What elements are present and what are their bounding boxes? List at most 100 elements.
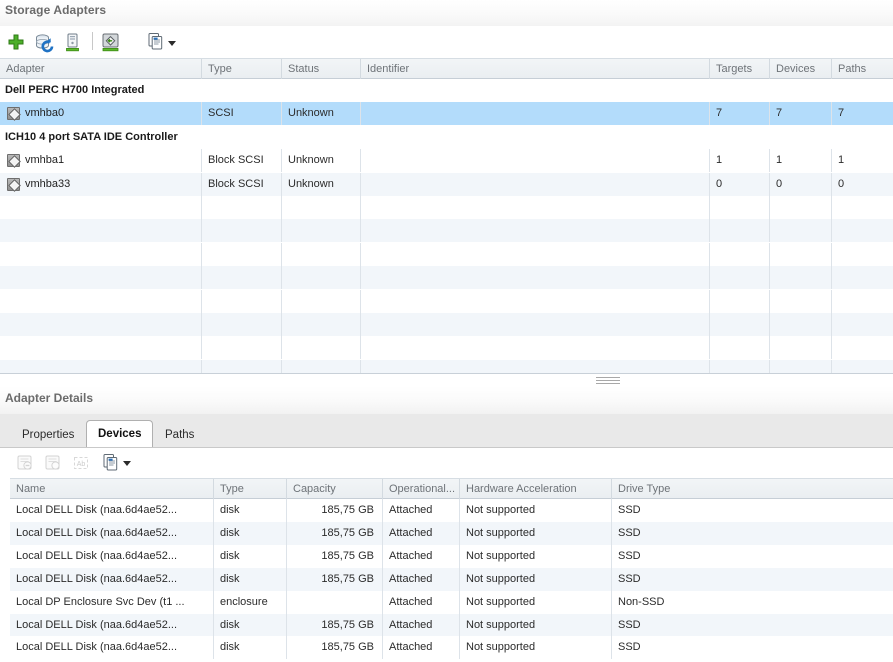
device-cell-operational: Attached	[382, 613, 459, 637]
copy-to-clipboard-icon[interactable]	[145, 31, 167, 53]
adapter-group-row[interactable]: ICH10 4 port SATA IDE Controller	[0, 125, 893, 149]
column-header-hwaccel[interactable]: Hardware Acceleration	[459, 479, 611, 499]
empty-cell	[0, 290, 201, 313]
add-software-adapter-icon[interactable]	[5, 31, 27, 53]
column-header-status[interactable]: Status	[281, 59, 360, 79]
adapter-empty-row	[0, 242, 893, 266]
empty-cell	[360, 219, 709, 243]
adapter-row[interactable]: vmhba0 SCSI Unknown 7 7 7	[0, 102, 893, 126]
adapter-group-label: Dell PERC H700 Integrated	[5, 84, 145, 96]
tab-paths[interactable]: Paths	[153, 422, 207, 447]
adapter-group-row[interactable]: Dell PERC H700 Integrated	[0, 79, 893, 102]
tab-properties[interactable]: Properties	[10, 422, 87, 447]
empty-cell	[831, 219, 893, 243]
empty-cell	[201, 266, 281, 290]
device-cell-operational: Attached	[382, 499, 459, 522]
adapter-name-label: vmhba0	[25, 107, 65, 120]
adapter-name-cell: vmhba1	[0, 149, 201, 172]
column-header-capacity[interactable]: Capacity	[286, 479, 382, 499]
empty-cell	[360, 336, 709, 360]
device-cell-operational: Attached	[382, 636, 459, 660]
adapter-row[interactable]: vmhba33 Block SCSI Unknown 0 0 0	[0, 172, 893, 196]
chevron-down-icon[interactable]	[168, 41, 176, 46]
column-header-targets[interactable]: Targets	[709, 59, 769, 79]
device-cell-name: Local DELL Disk (naa.6d4ae52...	[16, 618, 178, 631]
splitter-grip-icon[interactable]	[596, 377, 620, 384]
column-header-operational[interactable]: Operational...	[382, 479, 459, 499]
adapter-row[interactable]: vmhba1 Block SCSI Unknown 1 1 1	[0, 149, 893, 173]
device-cell-hwaccel: Not supported	[459, 521, 611, 545]
rename-device-icon[interactable]: Ab	[70, 452, 92, 474]
detach-device-icon[interactable]	[14, 452, 36, 474]
empty-cell	[769, 313, 831, 336]
chevron-down-icon[interactable]	[123, 461, 131, 466]
column-header-paths[interactable]: Paths	[831, 59, 893, 79]
device-cell-drivetype: SSD	[611, 544, 893, 568]
device-cell-name: Local DELL Disk (naa.6d4ae52...	[16, 572, 178, 585]
device-cell-operational: Attached	[382, 521, 459, 545]
adapter-name-label: vmhba33	[25, 177, 71, 190]
device-row[interactable]: Local DP Enclosure Svc Dev (t1 ... enclos…	[10, 590, 893, 614]
column-header-adapter[interactable]: Adapter	[0, 59, 201, 79]
device-cell-name: Local DP Enclosure Svc Dev (t1 ...	[16, 595, 185, 608]
empty-cell	[709, 219, 769, 243]
device-row[interactable]: Local DELL Disk (naa.6d4ae52... disk 185,7…	[10, 499, 893, 522]
empty-cell	[0, 243, 201, 266]
adapter-cell-devices: 0	[769, 172, 831, 196]
adapter-cell-type: Block SCSI	[201, 149, 281, 173]
device-cell-capacity	[286, 590, 382, 614]
device-cell-type: disk	[213, 521, 286, 545]
device-row[interactable]: Local DELL Disk (naa.6d4ae52... disk 185,7…	[10, 636, 893, 660]
tab-devices[interactable]: Devices	[86, 420, 154, 447]
empty-cell	[201, 289, 281, 313]
rescan-adapter-icon[interactable]	[99, 31, 121, 53]
refresh-icon[interactable]	[33, 31, 55, 53]
page-title-band: Storage Adapters	[0, 0, 893, 26]
device-cell-type: disk	[213, 499, 286, 522]
device-cell-name: Local DELL Disk (naa.6d4ae52...	[16, 504, 178, 516]
page-title: Storage Adapters	[5, 3, 107, 17]
device-cell-operational: Attached	[382, 590, 459, 614]
horizontal-splitter[interactable]	[0, 374, 893, 386]
empty-cell	[709, 266, 769, 290]
empty-cell	[281, 242, 360, 266]
adapter-cell-targets: 1	[709, 149, 769, 173]
column-header-type[interactable]: Type	[201, 59, 281, 79]
adapter-cell-devices: 7	[769, 102, 831, 126]
adapter-empty-row	[0, 336, 893, 360]
adapter-name-cell: vmhba33	[0, 173, 201, 196]
device-row[interactable]: Local DELL Disk (naa.6d4ae52... disk 185,7…	[10, 521, 893, 545]
device-cell-hwaccel: Not supported	[459, 590, 611, 614]
adapter-cell-status: Unknown	[281, 149, 360, 173]
device-cell-name: Local DELL Disk (naa.6d4ae52...	[16, 641, 178, 654]
empty-cell	[0, 219, 201, 242]
device-cell-type: disk	[213, 567, 286, 591]
copy-to-clipboard-icon[interactable]	[100, 452, 122, 474]
device-cell-hwaccel: Not supported	[459, 636, 611, 660]
adapter-empty-row	[0, 359, 893, 374]
device-cell-drivetype: SSD	[611, 636, 893, 660]
empty-cell	[0, 360, 201, 374]
device-row[interactable]: Local DELL Disk (naa.6d4ae52... disk 185,7…	[10, 567, 893, 591]
svg-text:Ab: Ab	[77, 461, 86, 468]
adapter-cell-identifier	[360, 102, 709, 126]
empty-cell	[201, 313, 281, 336]
column-header-identifier[interactable]: Identifier	[360, 59, 709, 79]
empty-cell	[201, 242, 281, 266]
column-header-name[interactable]: Name	[10, 479, 213, 499]
adapter-empty-row	[0, 289, 893, 313]
device-row[interactable]: Local DELL Disk (naa.6d4ae52... disk 185,7…	[10, 544, 893, 568]
adapter-empty-row	[0, 219, 893, 243]
adapter-cell-paths: 1	[831, 149, 893, 173]
adapter-cell-identifier	[360, 172, 709, 196]
empty-cell	[201, 219, 281, 243]
empty-cell	[281, 313, 360, 336]
device-row[interactable]: Local DELL Disk (naa.6d4ae52... disk 185,7…	[10, 613, 893, 637]
rescan-storage-icon[interactable]	[61, 31, 83, 53]
attach-device-icon[interactable]	[42, 452, 64, 474]
device-cell-capacity: 185,75 GB	[286, 636, 382, 660]
column-header-drivetype[interactable]: Drive Type	[611, 479, 893, 499]
column-header-devices[interactable]: Devices	[769, 59, 831, 79]
column-header-type[interactable]: Type	[213, 479, 286, 499]
adapters-table-header: Adapter Type Status Identifier Targets Device…	[0, 58, 893, 79]
